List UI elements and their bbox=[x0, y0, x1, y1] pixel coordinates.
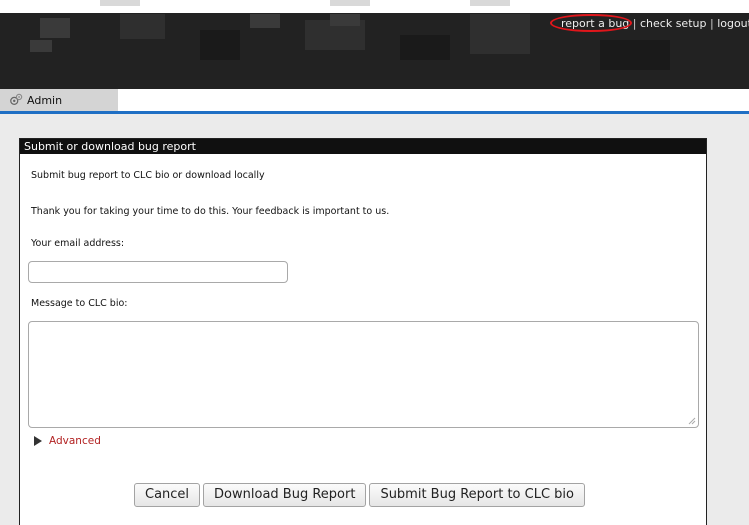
logout-link[interactable]: logout roo bbox=[717, 17, 749, 30]
header-decoration bbox=[470, 14, 530, 54]
annotation-circle bbox=[550, 14, 632, 32]
check-setup-link[interactable]: check setup bbox=[640, 17, 706, 30]
tab-label: Admin bbox=[27, 93, 63, 107]
tab-bar: Admin bbox=[0, 89, 749, 111]
submit-bug-report-button[interactable]: Submit Bug Report to CLC bio bbox=[369, 483, 585, 507]
button-row: Cancel Download Bug Report Submit Bug Re… bbox=[134, 483, 585, 507]
header-decoration bbox=[600, 40, 670, 70]
tab-admin[interactable]: Admin bbox=[0, 89, 118, 111]
panel-title: Submit or download bug report bbox=[20, 139, 706, 154]
message-label: Message to CLC bio: bbox=[31, 298, 128, 309]
expand-triangle-icon bbox=[34, 436, 42, 446]
header-decoration bbox=[400, 35, 450, 60]
header-decoration bbox=[470, 0, 510, 6]
link-separator: | bbox=[709, 17, 714, 30]
email-field[interactable] bbox=[28, 261, 288, 283]
resize-grip-icon[interactable] bbox=[688, 417, 696, 425]
header-decoration bbox=[330, 0, 370, 6]
header-decoration bbox=[100, 0, 140, 6]
intro-text: Submit bug report to CLC bio or download… bbox=[31, 170, 265, 181]
page-header: report a bug | check setup | logout roo bbox=[0, 0, 749, 89]
link-separator: | bbox=[632, 17, 637, 30]
header-decoration bbox=[635, 0, 655, 6]
download-bug-report-button[interactable]: Download Bug Report bbox=[203, 483, 367, 507]
header-decoration bbox=[200, 30, 240, 60]
header-decoration bbox=[30, 40, 52, 52]
advanced-toggle[interactable]: Advanced bbox=[34, 435, 101, 447]
header-decoration bbox=[120, 14, 165, 39]
header-decoration bbox=[40, 18, 70, 38]
thanks-text: Thank you for taking your time to do thi… bbox=[31, 206, 390, 217]
email-label: Your email address: bbox=[31, 238, 125, 249]
gear-icon bbox=[10, 93, 23, 105]
cancel-button[interactable]: Cancel bbox=[134, 483, 201, 507]
advanced-label: Advanced bbox=[49, 435, 101, 447]
header-decoration bbox=[330, 14, 360, 26]
header-decoration bbox=[250, 14, 280, 28]
message-textarea[interactable] bbox=[28, 321, 699, 428]
bug-report-panel: Submit or download bug report Submit bug… bbox=[19, 138, 707, 525]
